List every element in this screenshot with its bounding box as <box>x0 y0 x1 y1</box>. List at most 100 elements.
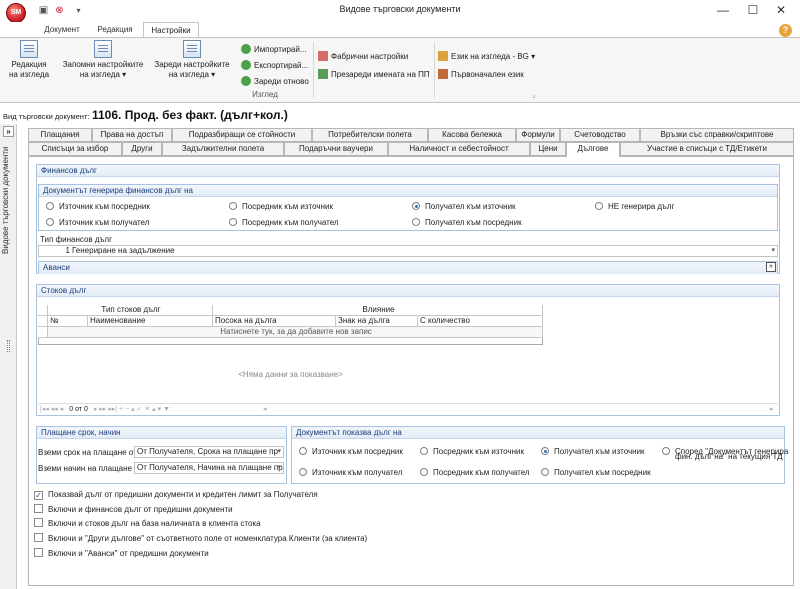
tab-accounting[interactable]: Счетоводство <box>560 128 640 142</box>
ribbon-tab-document[interactable]: Документ <box>36 22 88 38</box>
minimize-button[interactable]: — <box>710 1 736 19</box>
fin-option-intermediary-to-source[interactable]: Посредник към източник <box>229 201 333 212</box>
help-icon[interactable]: ? <box>779 24 792 37</box>
show-option-intermediary-to-recipient[interactable]: Посредник към получател <box>420 467 530 478</box>
reload-names-label: Презареди имената на ПП <box>331 70 430 79</box>
save-settings-icon <box>94 40 112 58</box>
close-button[interactable]: ✕ <box>768 1 794 19</box>
reload-button[interactable]: Зареди отново <box>241 75 309 88</box>
nav-first-icon[interactable]: |◂◂ ◂◂ ◂ <box>40 406 63 413</box>
dropdown-arrow-icon: ▾ <box>277 464 281 471</box>
radio-icon <box>541 468 549 476</box>
fin-option-source-to-intermediary[interactable]: Източник към посредник <box>46 201 150 212</box>
save-settings-label-1: Запомни настройките <box>62 60 144 69</box>
show-option-source-to-intermediary[interactable]: Източник към посредник <box>299 446 403 457</box>
original-language-button[interactable]: Първоначален език <box>438 68 524 81</box>
radio-icon <box>229 202 237 210</box>
checkbox-include-other-debts[interactable]: Включи и "Други дългове" от съответното … <box>34 533 367 545</box>
payment-method-select[interactable]: От Получателя, Начина на плащане пр ▾ <box>134 462 284 474</box>
import-button[interactable]: Импортирай... <box>241 43 306 56</box>
tab-required-fields[interactable]: Задължителни полета <box>162 142 284 156</box>
tab-pick-lists[interactable]: Списъци за избор <box>28 142 122 156</box>
checkbox-include-stock-debt[interactable]: Включи и стоков дълг на база наличната в… <box>34 518 261 530</box>
factory-settings-button[interactable]: Фабрични настройки <box>318 50 408 63</box>
factory-settings-label: Фабрични настройки <box>331 52 409 61</box>
radio-icon <box>412 218 420 226</box>
financial-debt-title: Финансов дълг <box>37 165 779 177</box>
tab-cash-receipt[interactable]: Касова бележка <box>428 128 516 142</box>
sidebar-label[interactable]: Видове търговски документи <box>1 145 16 255</box>
grid-new-row[interactable]: Натиснете тук, за да добавите нов запис <box>48 327 543 338</box>
checkbox-icon <box>34 533 43 542</box>
tab-payments[interactable]: Плащания <box>28 128 92 142</box>
radio-icon <box>420 468 428 476</box>
fin-option-recipient-to-intermediary[interactable]: Получател към посредник <box>412 217 522 228</box>
show-option-source-to-recipient[interactable]: Източник към получател <box>299 467 402 478</box>
edit-view-button[interactable]: Редакция на изгледа <box>6 40 52 80</box>
payment-title: Плащане срок, начин <box>37 427 286 439</box>
grid-col-number[interactable]: № <box>48 316 88 327</box>
radio-label: Получател към източник <box>554 447 645 456</box>
checkbox-show-previous-debt[interactable]: ✓ Показвай дълг от предишни документи и к… <box>34 489 318 501</box>
tab-prices[interactable]: Цени <box>530 142 566 156</box>
payment-term-select[interactable]: От Получателя, Срока на плащане пр ▾ <box>134 446 284 458</box>
fin-option-no-debt[interactable]: НЕ генерира дълг <box>595 201 675 212</box>
grid-col-sign[interactable]: Знак на дълга <box>336 316 418 327</box>
tab-defaults[interactable]: Подразбиращи се стойности <box>172 128 312 142</box>
scroll-left-icon[interactable]: ◂ <box>263 404 267 415</box>
splitter-handle[interactable] <box>7 340 10 352</box>
tab-gift-vouchers[interactable]: Подаръчни ваучери <box>284 142 388 156</box>
sidebar-toggle-button[interactable]: » <box>3 126 14 137</box>
show-option-recipient-to-source[interactable]: Получател към източник <box>541 446 645 457</box>
show-option-per-generated-line2: фин. дълг на" на текущия ТД <box>675 452 783 461</box>
tab-user-fields[interactable]: Потребителски полета <box>312 128 428 142</box>
maximize-button[interactable]: ☐ <box>740 1 766 19</box>
load-settings-button[interactable]: Зареди настройките на изгледа ▾ <box>150 40 234 80</box>
advances-group[interactable]: Аванси <box>38 261 778 274</box>
payment-method-label: Вземи начин на плащане от <box>38 464 143 473</box>
tab-formulas[interactable]: Формули <box>516 128 560 142</box>
grid-indicator <box>38 327 48 338</box>
radio-label: Източник към получател <box>59 218 150 227</box>
tab-stock-cost[interactable]: Наличност и себестойност <box>388 142 530 156</box>
group-dialog-launcher-icon[interactable]: ⌟ <box>532 91 535 99</box>
fin-debt-type-select[interactable]: 1 Генериране на задължение ▾ <box>38 245 778 257</box>
checkbox-include-advances[interactable]: Включи и "Аванси" от предишни документи <box>34 548 209 560</box>
ribbon-separator <box>313 42 314 98</box>
tab-debts[interactable]: Дългове <box>566 142 620 157</box>
grid-col-group-influence: Влияние <box>213 305 543 316</box>
fin-option-recipient-to-source[interactable]: Получател към източник <box>412 201 516 212</box>
tab-other[interactable]: Други <box>122 142 162 156</box>
fin-option-intermediary-to-recipient[interactable]: Посредник към получател <box>229 217 339 228</box>
scroll-right-icon[interactable]: ▸ <box>770 404 774 415</box>
export-button[interactable]: Експортирай... <box>241 59 308 72</box>
tab-list-participation[interactable]: Участие в списъци с ТД/Етикети <box>620 142 794 156</box>
reload-names-button[interactable]: Презареди имената на ПП <box>318 68 430 81</box>
grid-col-quantity[interactable]: С количество <box>418 316 543 327</box>
nav-next-icon[interactable]: ▸ ▸▸ ▸▸| + − ▴ ✓ ✕ ▴ ▾ ▼ <box>94 406 170 413</box>
checkbox-include-financial-debt[interactable]: Включи и финансов дълг от предишни докум… <box>34 504 233 516</box>
grid-col-direction[interactable]: Посока на дълга <box>213 316 336 327</box>
language-dropdown[interactable]: Език на изгледа - BG ▾ <box>438 50 535 63</box>
tab-access-rights[interactable]: Права на достъп <box>92 128 172 142</box>
fin-debt-type-label: Тип финансов дълг <box>40 235 112 244</box>
factory-settings-icon <box>318 51 328 61</box>
radio-label: Посредник към получател <box>242 218 339 227</box>
checkbox-icon <box>34 504 43 513</box>
tab-report-links[interactable]: Връзки със справки/скриптове <box>640 128 794 142</box>
ribbon-tab-edit[interactable]: Редакция <box>90 22 140 38</box>
original-language-label: Първоначален език <box>451 70 524 79</box>
ribbon-tab-settings[interactable]: Настройки <box>143 22 199 38</box>
save-settings-button[interactable]: Запомни настройките на изгледа ▾ <box>58 40 148 80</box>
radio-selected-icon <box>412 202 420 210</box>
checkbox-label: Включи и финансов дълг от предишни докум… <box>48 505 233 514</box>
pager-text: 0 от 0 <box>69 406 88 413</box>
grid-col-name[interactable]: Наименование <box>88 316 213 327</box>
checkbox-label: Включи и стоков дълг на база наличната в… <box>48 519 261 528</box>
save-settings-label-2: на изгледа ▾ <box>79 70 127 79</box>
show-option-intermediary-to-source[interactable]: Посредник към източник <box>420 446 524 457</box>
show-option-recipient-to-intermediary[interactable]: Получател към посредник <box>541 467 651 478</box>
expand-icon[interactable]: » <box>766 262 776 272</box>
fin-option-source-to-recipient[interactable]: Източник към получател <box>46 217 149 228</box>
payment-term-value: От Получателя, Срока на плащане пр <box>137 447 278 456</box>
